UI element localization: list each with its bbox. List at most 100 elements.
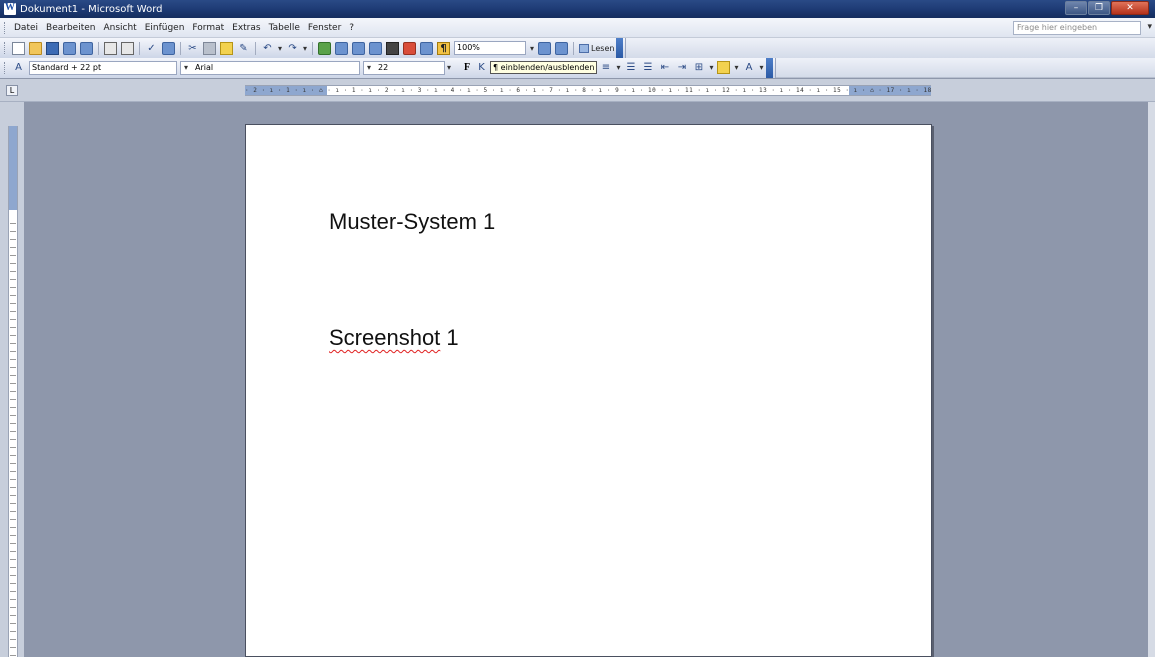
styles-pane-icon[interactable]: A bbox=[12, 61, 25, 74]
align-dropdown-icon[interactable]: ▾ bbox=[616, 63, 620, 72]
decrease-indent-icon[interactable]: ⇤ bbox=[658, 61, 671, 74]
undo-icon[interactable]: ↶ bbox=[261, 42, 274, 55]
show-hide-tooltip: ¶ einblenden/ausblenden bbox=[490, 61, 598, 74]
menu-format[interactable]: Format bbox=[188, 23, 228, 33]
ruler-numbers: · 2 · ı · 1 · ı · ⌂ · ı · 1 · ı · 2 · ı … bbox=[245, 87, 931, 94]
show-hide-pilcrow-icon[interactable]: ¶ bbox=[437, 41, 451, 55]
bullets-icon[interactable]: ☰ bbox=[641, 61, 654, 74]
font-color-dropdown-icon[interactable]: ▾ bbox=[759, 63, 763, 72]
size-value: 22 bbox=[378, 62, 389, 72]
menu-bar: Datei Bearbeiten Ansicht Einfügen Format… bbox=[0, 18, 1155, 38]
spelling-icon[interactable]: ✓ bbox=[145, 42, 158, 55]
help-dropdown-arrow[interactable]: ▾ bbox=[1147, 22, 1152, 32]
book-icon bbox=[579, 43, 590, 53]
standard-toolbar-inner: ✓ ✂ ✎ ↶ ▾ ↷ ▾ ¶ 100% ▾ Lesen bbox=[0, 38, 627, 58]
italic-icon[interactable]: K bbox=[475, 61, 488, 74]
vertical-ruler-ticks bbox=[10, 216, 16, 656]
formatting-toolbar-inner: A Standard + 22 pt ▾ Arial ▾ 22 ▾ F K ¶ … bbox=[0, 57, 776, 78]
size-open-icon[interactable]: ▾ bbox=[447, 63, 451, 72]
permission-icon[interactable] bbox=[63, 41, 76, 55]
horizontal-ruler[interactable]: · 2 · ı · 1 · ı · ⌂ · ı · 1 · ı · 2 · ı … bbox=[245, 85, 931, 96]
font-dropdown-icon[interactable]: ▾ bbox=[184, 62, 188, 74]
align-icon[interactable]: ≡ bbox=[599, 61, 612, 74]
highlight-icon[interactable] bbox=[717, 61, 731, 74]
bold-button[interactable]: F bbox=[461, 62, 473, 73]
misspelled-word[interactable]: Screenshot bbox=[329, 325, 440, 350]
redo-icon[interactable]: ↷ bbox=[286, 42, 299, 55]
minimize-button[interactable]: – bbox=[1065, 1, 1087, 15]
document-map-icon[interactable] bbox=[420, 41, 434, 55]
toolbar-separator bbox=[139, 41, 140, 55]
window-controls: – ❐ ✕ bbox=[1064, 1, 1149, 15]
insert-excel-icon[interactable] bbox=[369, 41, 383, 55]
borders-icon[interactable]: ⊞ bbox=[692, 61, 705, 74]
read-label: Lesen bbox=[591, 43, 615, 53]
highlight-dropdown-icon[interactable]: ▾ bbox=[734, 63, 738, 72]
tables-borders-icon[interactable] bbox=[335, 41, 349, 55]
vertical-ruler[interactable] bbox=[8, 126, 18, 657]
paste-icon[interactable] bbox=[220, 41, 233, 55]
close-button[interactable]: ✕ bbox=[1111, 1, 1149, 15]
ruler-row: L · 2 · ı · 1 · ı · ⌂ · ı · 1 · ı · 2 · … bbox=[0, 79, 1155, 102]
menu-fenster[interactable]: Fenster bbox=[304, 23, 345, 33]
drawing-icon[interactable] bbox=[403, 41, 417, 55]
menu-datei[interactable]: Datei bbox=[10, 23, 42, 33]
toolbar-options-icon[interactable] bbox=[616, 38, 624, 58]
tab-selector[interactable]: L bbox=[6, 85, 18, 96]
word-app-icon[interactable] bbox=[4, 2, 16, 15]
standard-toolbar: ✓ ✂ ✎ ↶ ▾ ↷ ▾ ¶ 100% ▾ Lesen bbox=[0, 38, 1155, 58]
font-value: Arial bbox=[195, 62, 214, 72]
menu-einfuegen[interactable]: Einfügen bbox=[141, 23, 189, 33]
copy-icon[interactable] bbox=[203, 41, 216, 55]
undo-dropdown-icon[interactable]: ▾ bbox=[278, 44, 282, 53]
title-bar: Dokument1 - Microsoft Word – ❐ ✕ bbox=[0, 0, 1155, 18]
font-select[interactable]: ▾ Arial bbox=[180, 60, 360, 75]
font-color-icon[interactable]: A bbox=[742, 61, 755, 74]
redo-dropdown-icon[interactable]: ▾ bbox=[303, 44, 307, 53]
increase-indent-icon[interactable]: ⇥ bbox=[675, 61, 688, 74]
zoom-dropdown-icon[interactable]: ▾ bbox=[530, 44, 534, 53]
toolbar-separator bbox=[573, 41, 575, 55]
menu-tabelle[interactable]: Tabelle bbox=[265, 23, 304, 33]
columns-icon[interactable] bbox=[386, 41, 400, 55]
font-size-select[interactable]: ▾ 22 bbox=[363, 60, 445, 75]
format-painter-icon[interactable]: ✎ bbox=[237, 42, 250, 55]
style-select[interactable]: Standard + 22 pt bbox=[29, 60, 177, 75]
help-icon[interactable] bbox=[538, 41, 552, 55]
numbering-icon[interactable]: ☰ bbox=[624, 61, 637, 74]
help-search-input[interactable]: Frage hier eingeben bbox=[1013, 21, 1141, 35]
menu-bearbeiten[interactable]: Bearbeiten bbox=[42, 23, 99, 33]
hyperlink-icon[interactable] bbox=[318, 41, 332, 55]
toolbar-separator bbox=[255, 41, 256, 55]
document-page[interactable]: Muster-System 1 Screenshot 1 bbox=[245, 124, 932, 657]
restore-button[interactable]: ❐ bbox=[1088, 1, 1110, 15]
menu-help[interactable]: ? bbox=[345, 23, 358, 33]
read-button[interactable]: Lesen bbox=[577, 43, 616, 53]
menu-grip[interactable] bbox=[4, 21, 7, 34]
toolbar-grip[interactable] bbox=[4, 61, 7, 74]
toolbar-options-icon[interactable] bbox=[765, 57, 773, 78]
vertical-scrollbar[interactable] bbox=[1148, 102, 1155, 657]
print-icon[interactable] bbox=[104, 41, 117, 55]
toolbar-grip[interactable] bbox=[4, 42, 7, 54]
document-line-2[interactable]: Screenshot 1 bbox=[329, 325, 459, 351]
save-icon[interactable] bbox=[46, 41, 59, 55]
window-title: Dokument1 - Microsoft Word bbox=[20, 3, 163, 15]
toolbar-separator bbox=[312, 41, 314, 55]
email-icon[interactable] bbox=[80, 41, 93, 55]
office-assistant-icon[interactable] bbox=[555, 41, 569, 55]
menu-ansicht[interactable]: Ansicht bbox=[99, 23, 140, 33]
zoom-select[interactable]: 100% bbox=[454, 41, 527, 55]
borders-dropdown-icon[interactable]: ▾ bbox=[709, 63, 713, 72]
menu-extras[interactable]: Extras bbox=[228, 23, 264, 33]
toolbar-separator bbox=[98, 41, 99, 55]
formatting-toolbar: A Standard + 22 pt ▾ Arial ▾ 22 ▾ F K ¶ … bbox=[0, 57, 1155, 78]
research-icon[interactable] bbox=[162, 41, 175, 55]
size-dropdown-icon[interactable]: ▾ bbox=[367, 62, 371, 74]
print-preview-icon[interactable] bbox=[121, 41, 134, 55]
insert-table-icon[interactable] bbox=[352, 41, 366, 55]
document-line-1[interactable]: Muster-System 1 bbox=[329, 209, 495, 235]
cut-icon[interactable]: ✂ bbox=[186, 42, 199, 55]
new-document-icon[interactable] bbox=[12, 41, 25, 55]
open-folder-icon[interactable] bbox=[29, 41, 42, 55]
